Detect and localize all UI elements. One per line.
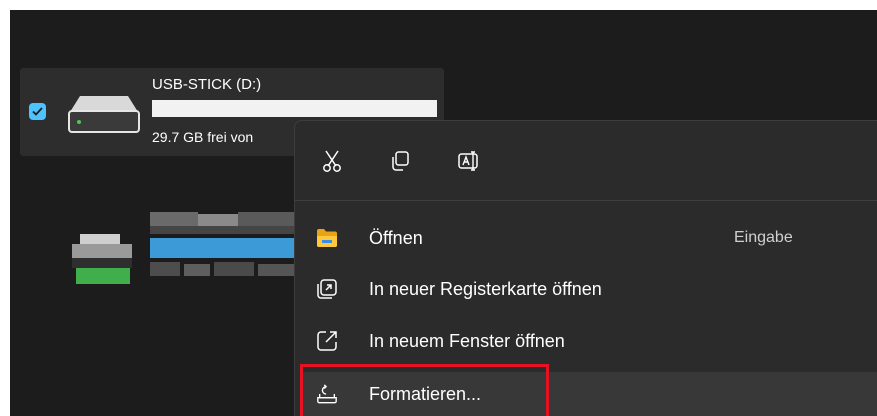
folder-icon: [316, 227, 338, 249]
drive-usage-bar: [152, 100, 437, 117]
selection-checkbox[interactable]: [29, 103, 46, 120]
drive-free-space: 29.7 GB frei von: [152, 129, 254, 145]
new-tab-icon: [316, 278, 338, 300]
copy-icon: [392, 151, 409, 171]
drive-name: USB-STICK (D:): [152, 76, 262, 93]
menu-item-open-new-tab[interactable]: In neuer Registerkarte öffnen: [300, 267, 877, 311]
checkmark-icon: [32, 107, 43, 116]
menu-item-label: Öffnen: [369, 227, 423, 248]
menu-item-open-new-window[interactable]: In neuem Fenster öffnen: [300, 319, 877, 363]
menu-item-shortcut: Eingabe: [734, 229, 793, 246]
drive-icon: [68, 96, 140, 133]
highlight-annotation: [300, 364, 549, 416]
menu-divider: [295, 200, 877, 201]
scissors-icon: [323, 150, 341, 172]
rename-button[interactable]: [451, 143, 487, 179]
menu-item-label: In neuer Registerkarte öffnen: [369, 278, 602, 299]
cut-button[interactable]: [314, 143, 350, 179]
menu-item-open[interactable]: Öffnen Eingabe: [300, 216, 877, 260]
menu-item-label: In neuem Fenster öffnen: [369, 330, 565, 351]
new-window-icon: [316, 330, 338, 352]
rename-icon: [458, 151, 478, 171]
copy-button[interactable]: [382, 143, 418, 179]
